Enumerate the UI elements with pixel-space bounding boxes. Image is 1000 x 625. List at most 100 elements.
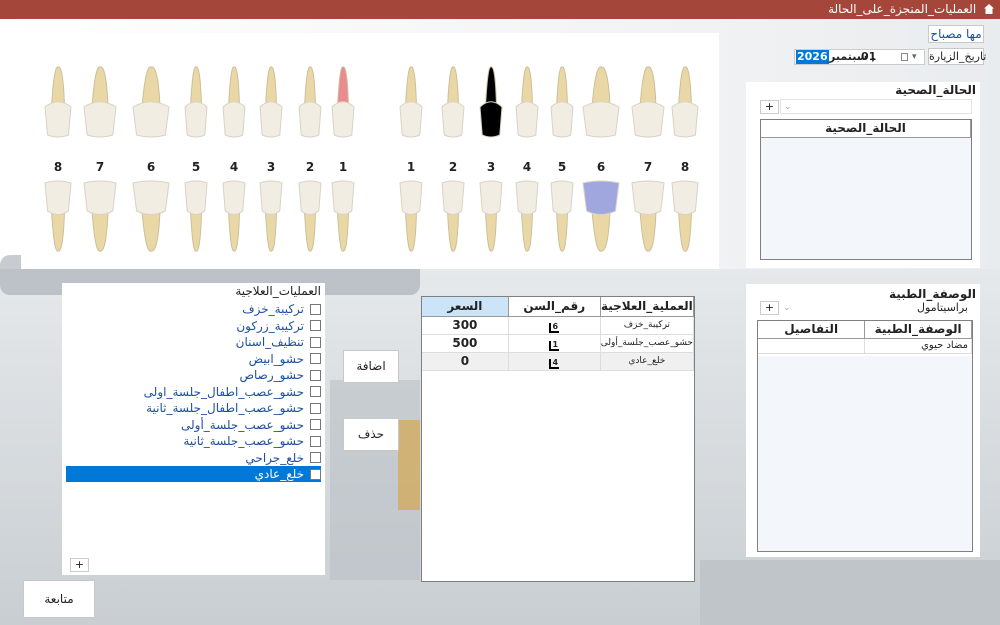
- tooth-number: 4: [522, 160, 532, 174]
- table-row[interactable]: خلع_عادي 4 0: [422, 352, 695, 371]
- tooth-icon[interactable]: [298, 180, 322, 252]
- operation-checkbox[interactable]: [310, 386, 321, 397]
- prescription-add-button[interactable]: +: [760, 301, 779, 315]
- tooth-icon[interactable]: [331, 66, 355, 138]
- operations-list-panel: العمليات_العلاجية تركيبة_خزف تركيبة_زركون…: [62, 283, 325, 575]
- tooth-icon[interactable]: [184, 180, 208, 252]
- tooth-icon[interactable]: [631, 180, 665, 252]
- tooth-icon[interactable]: [222, 66, 246, 138]
- health-add-button[interactable]: +: [760, 100, 779, 114]
- operation-checkbox[interactable]: [310, 369, 321, 381]
- table-row[interactable]: تركيبة_خزف 6 300: [422, 316, 695, 335]
- operation-checkbox[interactable]: [310, 320, 321, 331]
- tooth-icon[interactable]: [582, 66, 620, 138]
- tooth-number: 2: [448, 160, 458, 174]
- visit-date-picker[interactable]: 2026 سبتمبر , 01 ▾: [794, 49, 925, 65]
- procedure-price-cell: 500: [422, 334, 509, 353]
- operation-item[interactable]: تركيبة_زركون: [66, 318, 321, 334]
- tooth-icon[interactable]: [132, 180, 170, 252]
- tooth-icon[interactable]: [399, 180, 423, 252]
- operation-item[interactable]: خلع_جراحي: [66, 450, 321, 466]
- date-day: 01: [861, 50, 877, 63]
- tooth-number: 5: [191, 160, 201, 174]
- operation-item[interactable]: حشو_ابيض: [66, 351, 321, 367]
- tooth-icon[interactable]: [441, 180, 465, 252]
- operation-item[interactable]: حشو_رصاص: [66, 367, 321, 383]
- tooth-number: 3: [266, 160, 276, 174]
- prescription-panel: الوصفة_الطبية + براسيتامول ⌄ الوصفة_الطب…: [746, 284, 980, 557]
- chevron-down-icon: ⌄: [783, 303, 791, 313]
- tooth-icon[interactable]: [441, 66, 465, 138]
- tooth-icon[interactable]: [515, 180, 539, 252]
- operation-item[interactable]: حشو_عصب_جلسة_ثانية: [66, 433, 321, 449]
- patient-name-button[interactable]: مها مصباح: [928, 25, 984, 43]
- tooth-number: 1: [552, 339, 559, 349]
- tooth-icon[interactable]: [671, 66, 699, 138]
- procedures-col-operation: العملية_العلاجية: [600, 297, 695, 317]
- health-combo[interactable]: ⌄: [780, 99, 972, 114]
- procedure-price-cell: 300: [422, 316, 509, 335]
- tooth-icon[interactable]: [132, 66, 170, 138]
- operation-label: حشو_رصاص: [239, 368, 304, 382]
- operations-add-button[interactable]: +: [70, 558, 89, 572]
- table-row[interactable]: حشو_عصب_جلسة_أولى 1 500: [422, 334, 695, 353]
- tooth-position-icon: 4: [549, 358, 560, 369]
- tooth-icon[interactable]: [259, 66, 283, 138]
- tooth-icon[interactable]: [184, 66, 208, 138]
- calendar-icon[interactable]: [901, 53, 908, 61]
- tooth-icon[interactable]: [399, 66, 423, 138]
- operation-checkbox[interactable]: [310, 452, 321, 463]
- tooth-icon[interactable]: [83, 180, 117, 252]
- tooth-icon[interactable]: [550, 180, 574, 252]
- operation-item[interactable]: تركيبة_خزف: [66, 301, 321, 317]
- tooth-icon[interactable]: [582, 180, 620, 252]
- prescription-col-details: التفاصيل: [758, 321, 866, 339]
- operation-checkbox[interactable]: [310, 419, 321, 430]
- operation-item[interactable]: خلع_عادي: [66, 466, 321, 482]
- operation-checkbox[interactable]: [310, 402, 321, 414]
- operation-item[interactable]: حشو_عصب_اطفال_جلسة_ثانية: [66, 400, 321, 416]
- operation-checkbox[interactable]: [310, 468, 321, 480]
- tooth-icon[interactable]: [222, 180, 246, 252]
- health-title: الحالة_الصحية: [895, 83, 976, 97]
- operation-checkbox[interactable]: [310, 435, 321, 447]
- operation-label: تنظيف_اسنان: [235, 335, 304, 349]
- tooth-icon[interactable]: [44, 180, 72, 252]
- operation-checkbox[interactable]: [310, 303, 321, 315]
- continue-button[interactable]: متابعة: [23, 580, 95, 618]
- tooth-icon[interactable]: [550, 66, 574, 138]
- table-row[interactable]: مضاد حيوي: [758, 338, 972, 354]
- tooth-icon[interactable]: [479, 66, 503, 138]
- operation-checkbox[interactable]: [310, 353, 321, 364]
- operation-item[interactable]: حشو_عصب_جلسة_أولى: [66, 417, 321, 433]
- prescription-grid[interactable]: الوصفة_الطبية التفاصيل مضاد حيوي: [757, 320, 973, 552]
- tooth-icon[interactable]: [631, 66, 665, 138]
- chevron-down-icon[interactable]: ▾: [912, 50, 917, 64]
- operation-item[interactable]: حشو_عصب_اطفال_جلسة_اولى: [66, 384, 321, 400]
- operation-label: حشو_عصب_اطفال_جلسة_اولى: [143, 384, 304, 399]
- delete-button[interactable]: حذف: [343, 418, 399, 451]
- procedure-tooth-cell: 4: [508, 352, 601, 371]
- prescription-cell-drug: مضاد حيوي: [864, 338, 972, 354]
- prescription-drug-combo[interactable]: براسيتامول ⌄: [780, 301, 972, 316]
- procedure-operation-cell: حشو_عصب_جلسة_أولى: [600, 334, 695, 353]
- health-panel: الحالة_الصحية + ⌄ الحالة_الصحية: [746, 82, 980, 268]
- tooth-icon[interactable]: [331, 180, 355, 252]
- operation-item[interactable]: تنظيف_اسنان: [66, 334, 321, 350]
- procedures-grid[interactable]: العملية_العلاجية رقم_السن السعر تركيبة_خ…: [421, 296, 695, 582]
- tooth-icon[interactable]: [479, 180, 503, 252]
- tooth-icon[interactable]: [83, 66, 117, 138]
- tooth-icon[interactable]: [515, 66, 539, 138]
- tooth-position-icon: 6: [549, 322, 560, 333]
- tooth-number: 4: [229, 160, 239, 174]
- procedures-col-tooth: رقم_السن: [508, 297, 601, 317]
- add-button[interactable]: اضافة: [343, 350, 399, 383]
- tooth-icon[interactable]: [671, 180, 699, 252]
- operation-checkbox[interactable]: [310, 336, 321, 348]
- operations-title: العمليات_العلاجية: [235, 284, 321, 298]
- prescription-cell-details: [758, 338, 866, 354]
- tooth-icon[interactable]: [259, 180, 283, 252]
- tooth-icon[interactable]: [298, 66, 322, 138]
- health-grid[interactable]: الحالة_الصحية: [760, 119, 972, 260]
- tooth-icon[interactable]: [44, 66, 72, 138]
